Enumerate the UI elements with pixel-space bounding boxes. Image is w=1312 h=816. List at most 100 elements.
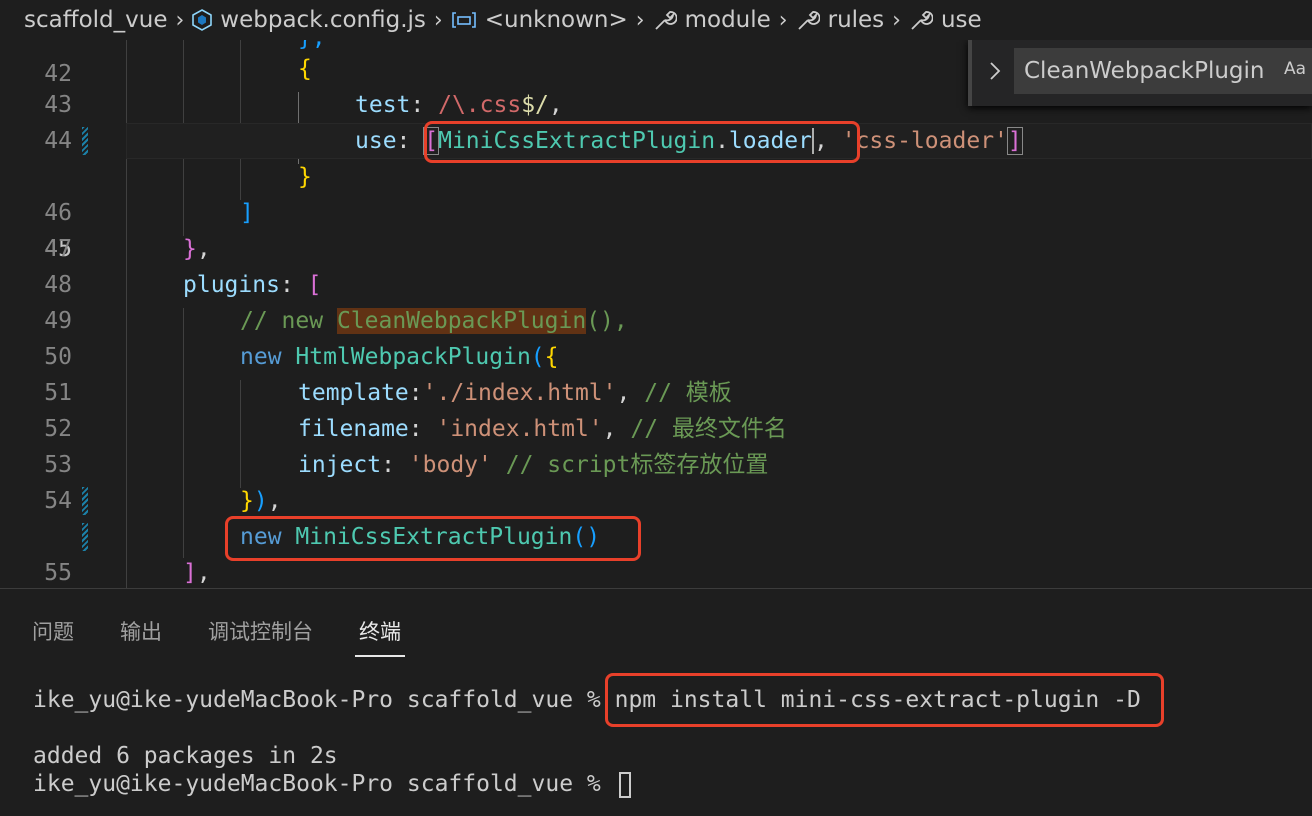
terminal-prompt: ike_yu@ike-yudeMacBook-Pro scaffold_vue …: [33, 687, 615, 713]
breadcrumb-rules-label: rules: [827, 7, 885, 33]
code-line: 48 },: [0, 231, 1312, 298]
wrench-icon: [653, 8, 677, 32]
code-line: 54 inject: 'body' // script标签存放位置: [0, 447, 1312, 514]
code-line: 53 filename: 'index.html', // 最终文件名: [0, 411, 1312, 478]
code-comment: (),: [586, 308, 628, 334]
tab-problems[interactable]: 问题: [32, 589, 74, 655]
wrench-icon: [909, 8, 933, 32]
code-comment: // new: [240, 308, 337, 334]
code-token: 'body': [408, 452, 492, 478]
code-token: ,: [267, 488, 282, 514]
code-token: ,: [602, 416, 631, 442]
code-comment: // script标签存放位置: [505, 452, 769, 478]
code-line: 47 ]: [0, 195, 1312, 262]
chevron-right-icon: [988, 60, 1002, 87]
terminal-command: npm install mini-css-extract-plugin -D: [614, 687, 1141, 713]
code-token: test: [355, 92, 411, 118]
terminal-line[interactable]: ike_yu@ike-yudeMacBook-Pro scaffold_vue …: [33, 686, 1141, 714]
code-token: :: [408, 380, 423, 406]
code-token: template: [298, 380, 409, 406]
code-token: (): [572, 524, 601, 550]
code-token: :: [408, 416, 437, 442]
webpack-cube-icon: [192, 9, 213, 31]
code-line-current: 45 use: [MiniCssExtractPlugin.loader, 'c…: [0, 123, 1312, 262]
code-token: loader: [728, 128, 813, 154]
breadcrumb-file-label: webpack.config.js: [220, 7, 426, 33]
breadcrumb-item-file[interactable]: webpack.config.js: [192, 7, 426, 33]
code-token: [: [423, 127, 440, 155]
code-token: MiniCssExtractPlugin: [438, 128, 716, 154]
code-token: :: [396, 128, 425, 154]
breadcrumb-item-folder[interactable]: scaffold_vue: [24, 7, 167, 33]
terminal-output: added 6 packages in 2s: [33, 743, 338, 769]
breadcrumb-item-use[interactable]: use: [909, 7, 982, 33]
modified-line-marker: [82, 127, 88, 155]
bottom-panel: 问题 输出 调试控制台 终端 ike_yu@ike-yudeMacBook-Pr…: [0, 588, 1312, 816]
code-token: :: [410, 92, 439, 118]
tab-output[interactable]: 输出: [120, 589, 162, 655]
code-token: :: [381, 452, 409, 478]
breadcrumb-item-module[interactable]: module: [653, 7, 771, 33]
code-token: HtmlWebpackPlugin: [295, 344, 531, 370]
code-token: ,: [548, 92, 563, 118]
variable-icon: [451, 11, 477, 29]
find-input-value: CleanWebpackPlugin: [1024, 58, 1265, 84]
code-token: [: [307, 272, 322, 298]
code-token: 'css-loader': [841, 128, 1008, 154]
code-line: 56 new MiniCssExtractPlugin(): [0, 519, 1312, 555]
code-comment: // 模板: [644, 380, 732, 406]
chevron-right-icon: ›: [778, 7, 788, 33]
code-token: }: [298, 164, 312, 190]
code-line: 51 new HtmlWebpackPlugin({: [0, 339, 1312, 406]
code-token: /\.css: [438, 92, 522, 118]
find-input[interactable]: CleanWebpackPlugin: [1014, 48, 1312, 94]
modified-line-marker: [82, 523, 88, 551]
terminal-cursor: [618, 771, 631, 798]
code-token: :: [279, 272, 308, 298]
code-token: $/: [521, 92, 549, 118]
code-line: 49 plugins: [: [0, 267, 1312, 334]
breadcrumb-item-unknown[interactable]: <unknown>: [451, 7, 628, 33]
code-token: {: [298, 56, 312, 82]
code-token: new: [240, 344, 296, 370]
code-token: new: [240, 524, 296, 550]
code-token: ,: [196, 560, 211, 586]
breadcrumb-module-label: module: [684, 7, 771, 33]
terminal-line[interactable]: ike_yu@ike-yudeMacBook-Pro scaffold_vue …: [33, 770, 631, 798]
code-token: ,: [616, 380, 645, 406]
panel-tabs: 问题 输出 调试控制台 终端: [0, 589, 415, 659]
code-comment: // 最终文件名: [630, 416, 787, 442]
tab-debug-console[interactable]: 调试控制台: [208, 589, 313, 655]
code-editor[interactable]: 42 }, 43 { 44 test: /\.css$/, 45 use: [M…: [0, 40, 1312, 588]
chevron-right-icon: ›: [175, 7, 185, 33]
tab-terminal[interactable]: 终端: [355, 589, 405, 657]
code-token: inject: [298, 452, 382, 478]
breadcrumb-folder-label: scaffold_vue: [24, 7, 168, 33]
find-widget: CleanWebpackPlugin Aa: [968, 40, 1312, 106]
code-token: 'index.html': [436, 416, 603, 442]
breadcrumb-use-label: use: [940, 7, 982, 33]
code-line: 50 // new CleanWebpackPlugin(),: [0, 303, 1312, 370]
wrench-icon: [796, 8, 820, 32]
terminal-prompt: ike_yu@ike-yudeMacBook-Pro scaffold_vue …: [33, 771, 615, 797]
code-token: }: [240, 488, 254, 514]
chevron-right-icon: ›: [635, 7, 645, 33]
breadcrumb: scaffold_vue › webpack.config.js › <unkn…: [0, 0, 1312, 40]
code-token: }: [183, 236, 197, 262]
code-token: (: [530, 344, 545, 370]
breadcrumb-unknown-label: <unknown>: [484, 7, 628, 33]
code-token: .: [715, 128, 729, 154]
modified-line-marker: [82, 487, 88, 515]
code-token: use: [355, 128, 397, 154]
breadcrumb-item-rules[interactable]: rules: [796, 7, 885, 33]
code-token: MiniCssExtractPlugin: [295, 524, 573, 550]
code-token: './index.html': [422, 380, 617, 406]
code-line: 57 ],: [0, 555, 1312, 588]
code-token: },: [298, 40, 326, 51]
toggle-replace-button[interactable]: [984, 58, 1006, 88]
terminal-line[interactable]: added 6 packages in 2s: [33, 742, 338, 770]
code-token: filename: [298, 416, 409, 442]
match-case-toggle[interactable]: Aa: [1279, 59, 1306, 79]
code-token: ): [253, 488, 268, 514]
